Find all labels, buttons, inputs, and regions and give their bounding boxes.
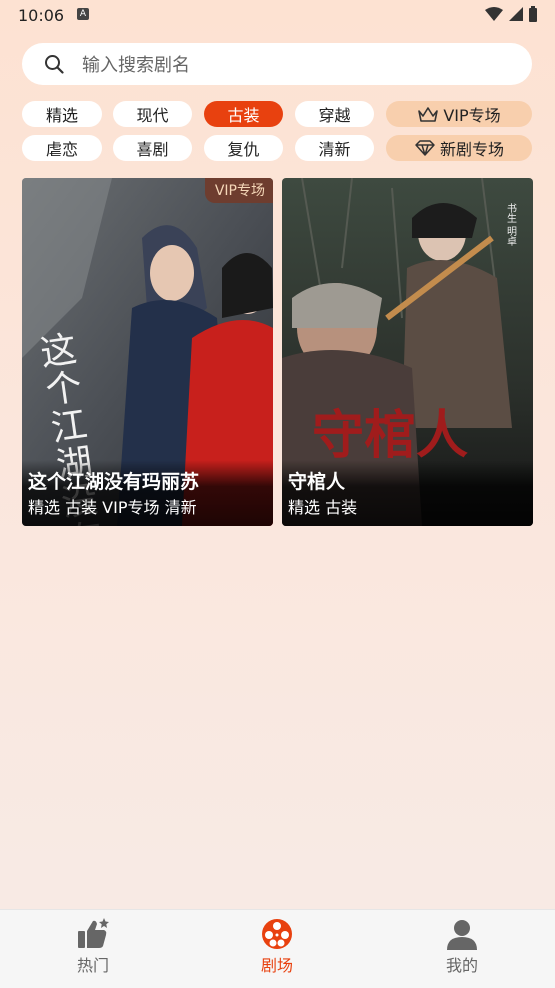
search-icon bbox=[45, 55, 64, 74]
vip-badge: VIP专场 bbox=[204, 178, 273, 203]
tab-mine[interactable]: 我的 bbox=[412, 918, 512, 976]
app-notification-icon: A bbox=[77, 8, 89, 20]
tab-label: 我的 bbox=[445, 956, 478, 975]
category-chip-fresh[interactable]: 清新 bbox=[295, 135, 374, 161]
drama-card[interactable]: 这个江湖没有玛丽苏 VIP专场 这个江湖没有玛丽苏 精选 古装 VIP专场 清新 bbox=[22, 178, 273, 526]
tab-theater[interactable]: 剧场 bbox=[227, 918, 327, 976]
category-label: 现代 bbox=[136, 106, 169, 125]
diamond-icon bbox=[415, 140, 435, 156]
drama-card[interactable]: 守棺人 书生 明卓 守棺人 精选 古装 bbox=[282, 178, 533, 526]
category-chip-romance[interactable]: 虐恋 bbox=[22, 135, 102, 161]
category-label: 古装 bbox=[227, 106, 260, 125]
status-bar: 10:06 A bbox=[0, 0, 555, 32]
category-label: 新剧专场 bbox=[439, 140, 504, 159]
drama-tags: 精选 古装 VIP专场 清新 bbox=[28, 498, 197, 517]
category-chip-comedy[interactable]: 喜剧 bbox=[113, 135, 192, 161]
poster-credit: 书生 明卓 bbox=[505, 203, 517, 246]
category-label: VIP专场 bbox=[443, 106, 501, 125]
category-label: 复仇 bbox=[227, 140, 260, 159]
tab-label: 剧场 bbox=[260, 956, 293, 975]
status-indicators bbox=[485, 6, 537, 22]
poster-calligraphy: 守棺人 bbox=[312, 405, 468, 466]
thumbs-up-icon bbox=[78, 918, 109, 948]
category-chip-modern[interactable]: 现代 bbox=[113, 101, 192, 127]
crown-icon bbox=[418, 107, 439, 122]
search-input[interactable] bbox=[80, 43, 504, 87]
drama-title: 守棺人 bbox=[288, 471, 346, 493]
category-chip-vip[interactable]: VIP专场 bbox=[386, 101, 532, 127]
category-label: 穿越 bbox=[318, 106, 351, 125]
status-time: 10:06 bbox=[18, 6, 65, 25]
tab-label: 热门 bbox=[76, 956, 109, 975]
bottom-tab-bar: 热门 剧场 我的 bbox=[0, 909, 555, 988]
signal-icon bbox=[509, 7, 523, 21]
category-chip-new-drama[interactable]: 新剧专场 bbox=[386, 135, 532, 161]
drama-title: 这个江湖没有玛丽苏 bbox=[28, 471, 200, 493]
category-label: 精选 bbox=[45, 106, 78, 125]
drama-tags: 精选 古装 bbox=[288, 498, 358, 517]
category-chip-featured[interactable]: 精选 bbox=[22, 101, 102, 127]
category-chip-revenge[interactable]: 复仇 bbox=[204, 135, 283, 161]
battery-icon bbox=[529, 6, 537, 22]
category-chip-costume[interactable]: 古装 bbox=[204, 101, 283, 127]
category-label: 喜剧 bbox=[136, 140, 169, 159]
user-icon bbox=[447, 920, 477, 950]
film-reel-icon bbox=[262, 919, 292, 949]
category-label: 清新 bbox=[318, 140, 351, 159]
category-chip-time-travel[interactable]: 穿越 bbox=[295, 101, 374, 127]
search-bar[interactable] bbox=[22, 43, 532, 87]
tab-hot[interactable]: 热门 bbox=[43, 918, 143, 976]
wifi-icon bbox=[485, 7, 503, 21]
category-label: 虐恋 bbox=[45, 140, 78, 159]
